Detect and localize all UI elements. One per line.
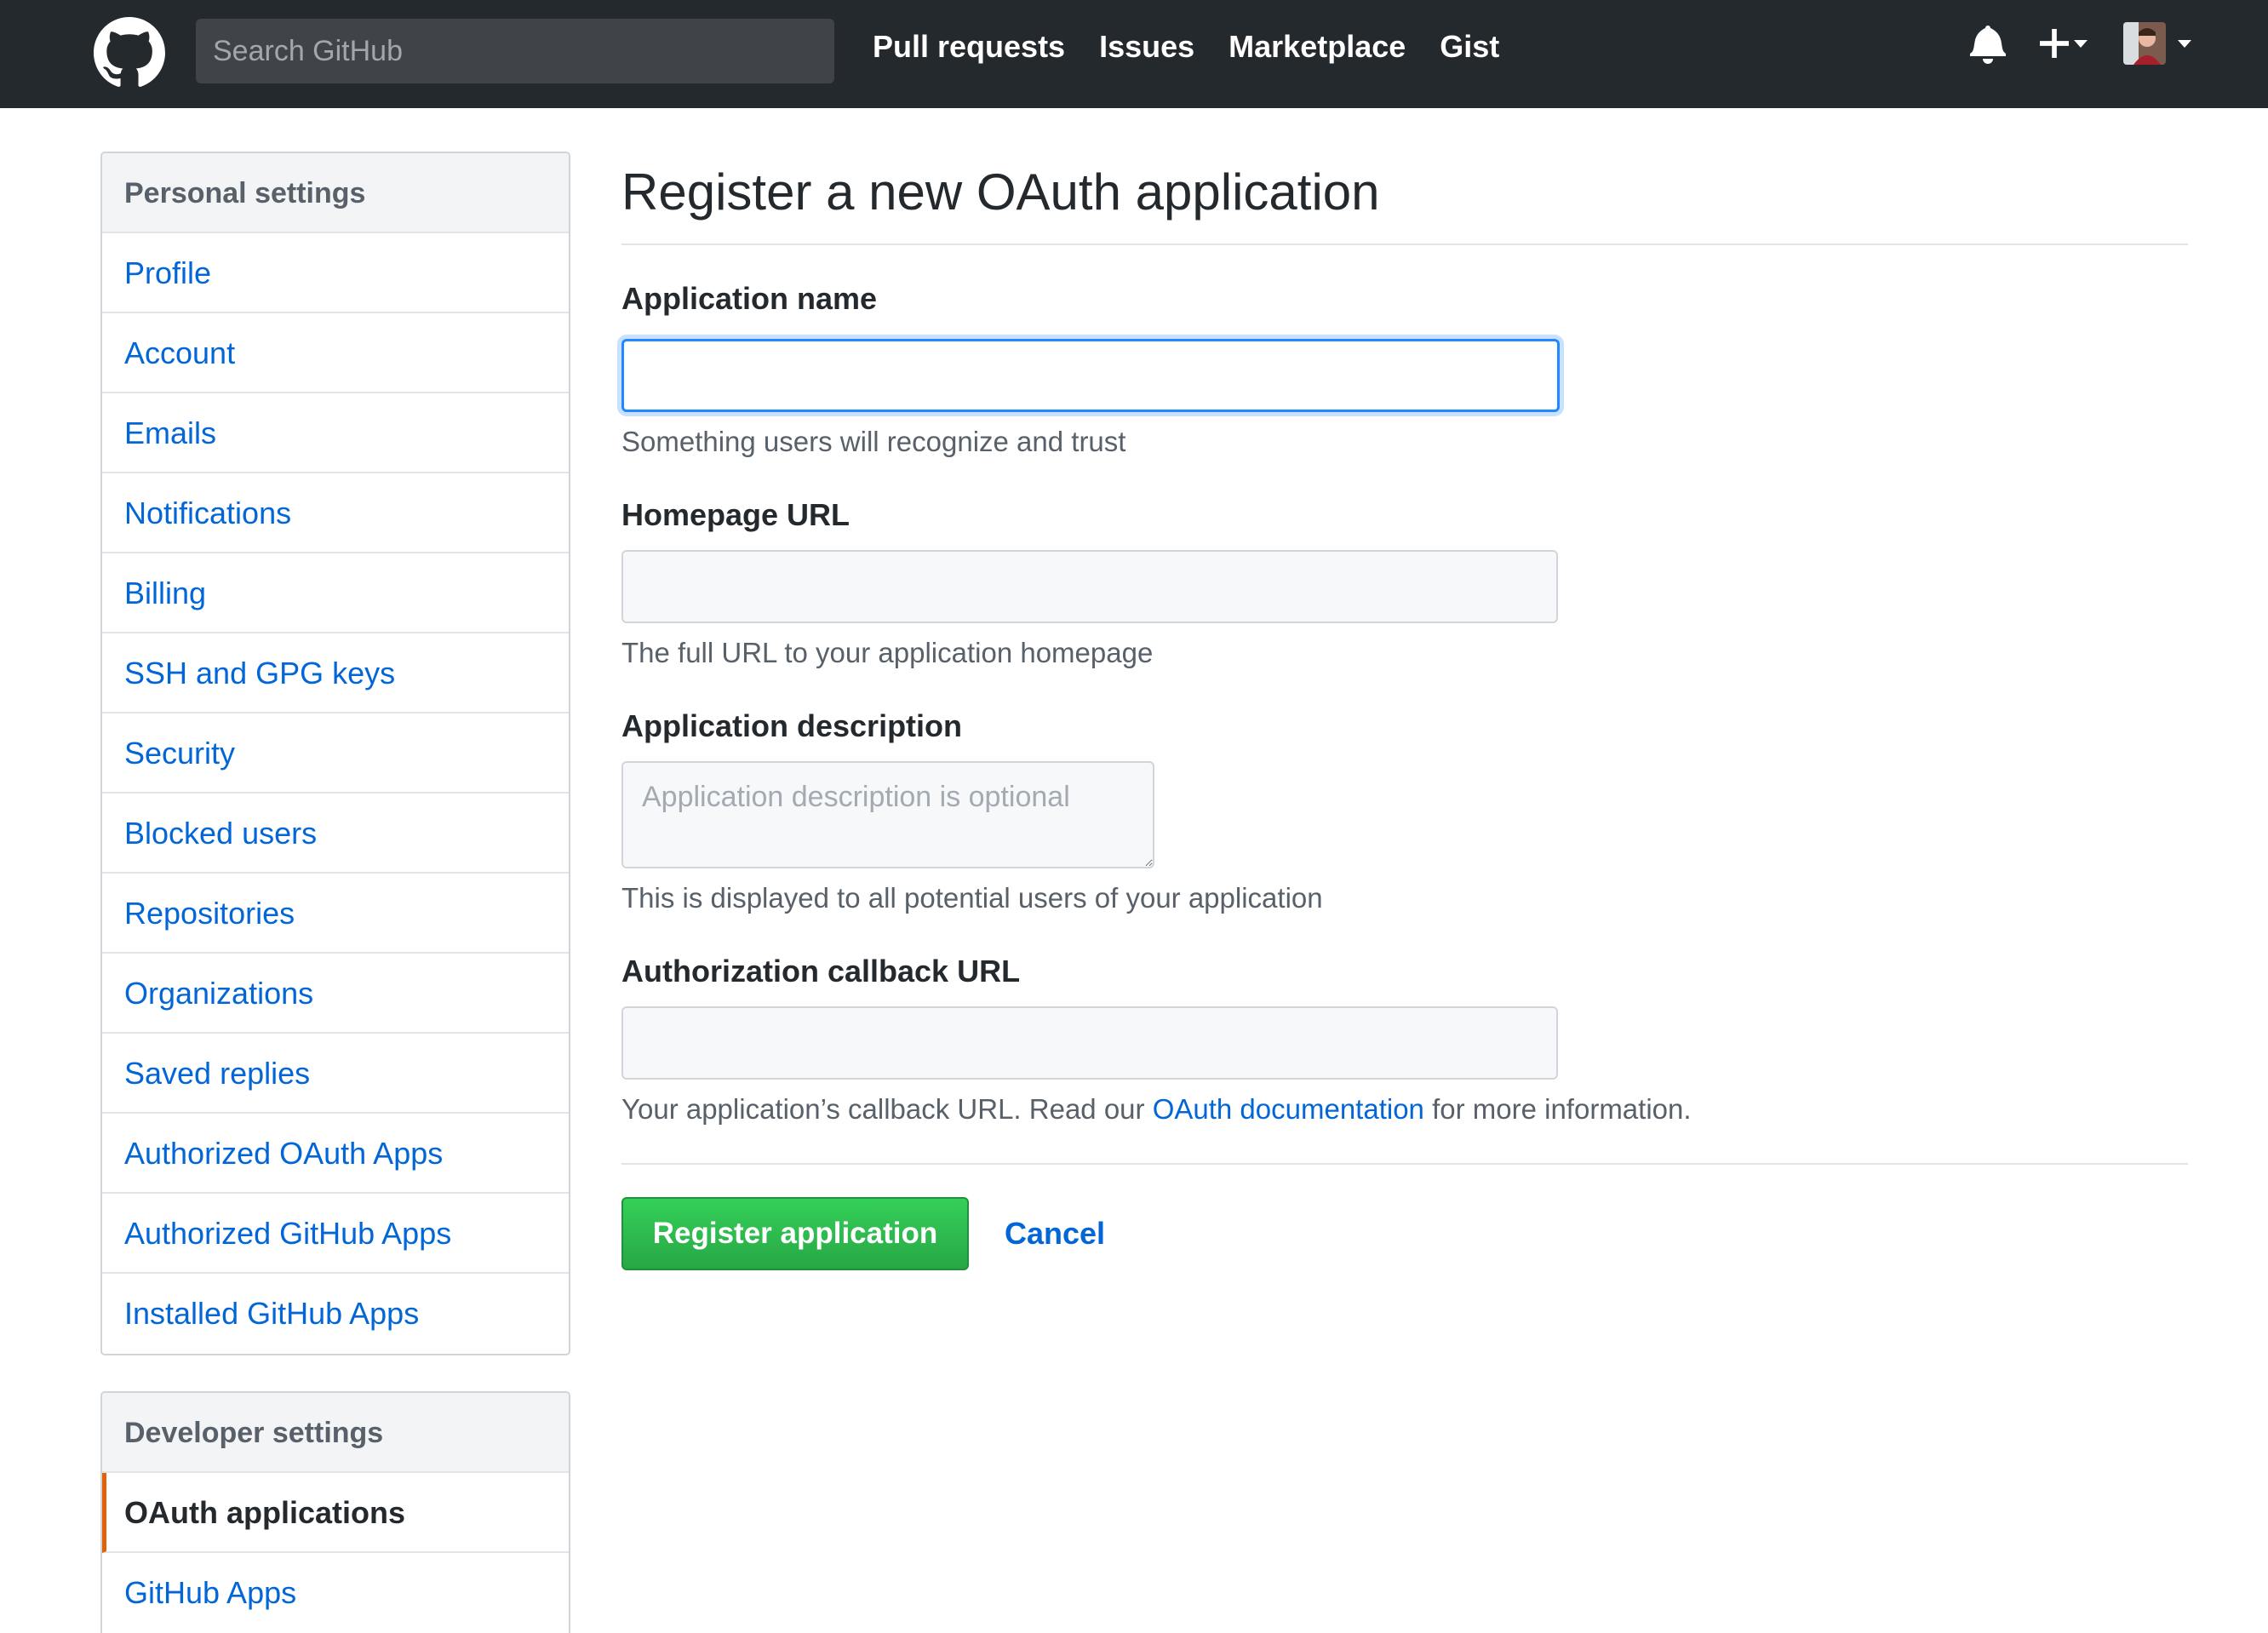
cancel-link[interactable]: Cancel [1005, 1216, 1105, 1252]
callback-url-note: Your application’s callback URL. Read ou… [621, 1093, 1692, 1126]
form-divider [621, 1163, 2188, 1165]
nav-pull-requests[interactable]: Pull requests [873, 29, 1065, 65]
sidebar-item-account[interactable]: Account [102, 313, 569, 393]
callback-note-text-end: for more information. [1423, 1093, 1692, 1125]
developer-settings-heading: Developer settings [102, 1393, 569, 1473]
sidebar-item-installed-github-apps[interactable]: Installed GitHub Apps [102, 1274, 569, 1354]
search-input[interactable] [196, 19, 834, 83]
sidebar-item-organizations[interactable]: Organizations [102, 954, 569, 1034]
top-header: Pull requests Issues Marketplace Gist [0, 0, 2268, 108]
sidebar-item-saved-replies[interactable]: Saved replies [102, 1034, 569, 1114]
register-application-button[interactable]: Register application [621, 1197, 969, 1270]
homepage-url-label: Homepage URL [621, 497, 850, 532]
callback-note-text: Your application’s callback URL. Read ou… [621, 1093, 1153, 1125]
chevron-down-icon [2074, 39, 2088, 48]
sidebar-item-emails[interactable]: Emails [102, 393, 569, 473]
create-new-dropdown[interactable] [2040, 29, 2088, 58]
sidebar-item-billing[interactable]: Billing [102, 553, 569, 633]
oauth-documentation-link[interactable]: OAuth documentation [1153, 1093, 1424, 1125]
sidebar-item-oauth-applications[interactable]: OAuth applications [102, 1473, 569, 1553]
application-name-field[interactable] [621, 339, 1560, 412]
application-description-note: This is displayed to all potential users… [621, 882, 1323, 914]
form-actions: Register application Cancel [621, 1197, 1105, 1270]
github-logo-icon[interactable] [94, 17, 165, 89]
personal-settings-heading: Personal settings [102, 153, 569, 233]
page-title: Register a new OAuth application [621, 152, 2188, 245]
sidebar-item-notifications[interactable]: Notifications [102, 473, 569, 553]
chevron-down-icon [2178, 39, 2191, 48]
sidebar-item-ssh-gpg-keys[interactable]: SSH and GPG keys [102, 633, 569, 713]
search-box [196, 19, 834, 83]
homepage-url-note: The full URL to your application homepag… [621, 637, 1154, 668]
developer-settings-menu: Developer settings OAuth applications Gi… [100, 1391, 570, 1633]
sidebar-item-profile[interactable]: Profile [102, 233, 569, 313]
sidebar-item-blocked-users[interactable]: Blocked users [102, 794, 569, 874]
nav-gist[interactable]: Gist [1440, 29, 1499, 65]
user-menu-dropdown[interactable] [2123, 22, 2191, 65]
sidebar-item-authorized-github-apps[interactable]: Authorized GitHub Apps [102, 1194, 569, 1274]
header-actions [1970, 22, 2191, 65]
sidebar-item-security[interactable]: Security [102, 713, 569, 794]
application-description-label: Application description [621, 708, 963, 743]
sidebar-item-repositories[interactable]: Repositories [102, 874, 569, 954]
application-description-field[interactable] [621, 761, 1154, 868]
plus-icon [2040, 29, 2069, 58]
callback-url-field[interactable] [621, 1006, 1558, 1080]
nav-marketplace[interactable]: Marketplace [1228, 29, 1406, 65]
application-name-note: Something users will recognize and trust [621, 426, 1126, 457]
homepage-url-field[interactable] [621, 550, 1558, 623]
bell-icon[interactable] [1970, 23, 2006, 64]
main-content: Register a new OAuth application Applica… [621, 152, 2188, 1270]
sidebar-item-github-apps[interactable]: GitHub Apps [102, 1553, 569, 1633]
nav-issues[interactable]: Issues [1099, 29, 1194, 65]
avatar [2123, 22, 2166, 65]
sidebar-item-authorized-oauth-apps[interactable]: Authorized OAuth Apps [102, 1114, 569, 1194]
application-name-label: Application name [621, 281, 878, 316]
callback-url-label: Authorization callback URL [621, 954, 1021, 988]
header-nav: Pull requests Issues Marketplace Gist [873, 29, 1533, 65]
personal-settings-menu: Personal settings Profile Account Emails… [100, 152, 570, 1355]
